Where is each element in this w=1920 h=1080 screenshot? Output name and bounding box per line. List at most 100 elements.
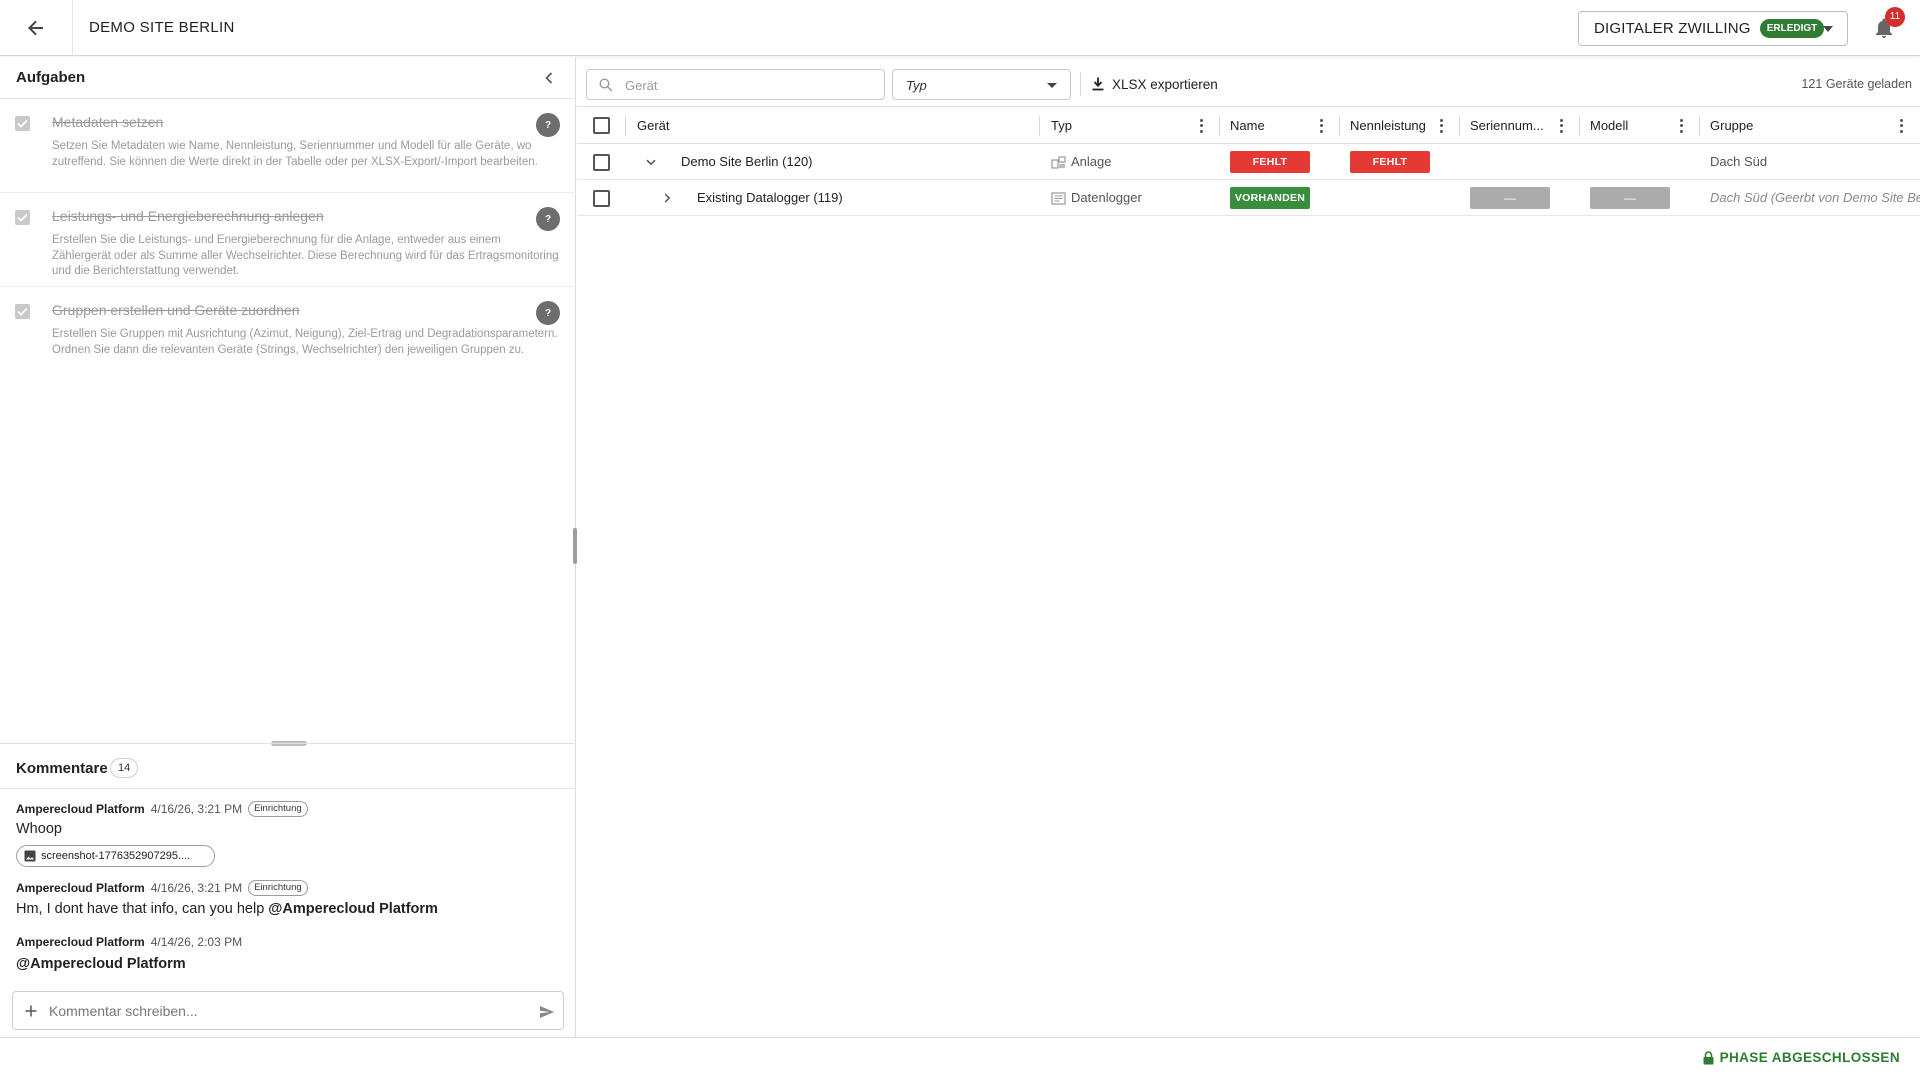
- row-checkbox[interactable]: [593, 190, 610, 207]
- loaded-count: 121 Geräte geladen: [1801, 77, 1912, 91]
- back-button[interactable]: [16, 8, 56, 48]
- collapse-row-button[interactable]: [643, 154, 659, 170]
- toolbar-divider: [1080, 72, 1081, 96]
- tasks-header: Aufgaben: [0, 57, 576, 99]
- table-row[interactable]: Existing Datalogger (119) Datenlogger VO…: [577, 180, 1920, 216]
- comment-meta: Amperecloud Platform 4/16/26, 3:21 PM Ei…: [16, 880, 308, 896]
- serial-empty-chip[interactable]: —: [1470, 187, 1550, 209]
- task-checkbox[interactable]: [15, 304, 30, 319]
- device-name: Demo Site Berlin (120): [681, 154, 813, 169]
- column-header-rated-power[interactable]: Nennleistung: [1350, 107, 1426, 144]
- device-group: Dach Süd: [1710, 154, 1768, 169]
- device-group-inherited: Dach Süd (Geerbt von Demo Site Berlin): [1710, 190, 1920, 205]
- table-row[interactable]: Demo Site Berlin (120) Anlage FEHLT FEHL…: [577, 144, 1920, 180]
- datalogger-icon: [1051, 192, 1066, 205]
- panel-splitter[interactable]: [573, 528, 577, 564]
- comment-time: 4/16/26, 3:21 PM: [150, 802, 243, 816]
- comment-time: 4/16/26, 3:21 PM: [150, 881, 243, 895]
- comment-time: 4/14/26, 2:03 PM: [150, 935, 243, 949]
- arrow-back-icon: [28, 20, 43, 36]
- comment-mention[interactable]: @Amperecloud Platform: [16, 956, 186, 972]
- device-type: Datenlogger: [1071, 190, 1142, 205]
- comments-header: Kommentare 14: [0, 743, 576, 789]
- caret-down-icon: [1823, 26, 1833, 32]
- column-header-device[interactable]: Gerät: [637, 107, 670, 144]
- header-divider: [72, 0, 73, 56]
- task-title: Leistungs- und Energieberechnung anlegen: [52, 208, 324, 224]
- phase-status-badge: ERLEDIGT: [1759, 19, 1825, 38]
- column-divider: [1339, 116, 1340, 136]
- column-header-group[interactable]: Gruppe: [1710, 107, 1753, 144]
- column-header-name[interactable]: Name: [1230, 107, 1265, 144]
- comment-text: @Amperecloud Platform: [16, 956, 186, 972]
- comment-author: Amperecloud Platform: [16, 881, 145, 895]
- column-header-serial[interactable]: Seriennum...: [1470, 107, 1544, 144]
- phase-closed-label: PHASE ABGESCHLOSSEN: [1719, 1050, 1900, 1065]
- task-description: Erstellen Sie die Leistungs- und Energie…: [52, 234, 559, 277]
- plant-icon: [1051, 156, 1066, 169]
- phase-closed-button[interactable]: PHASE ABGESCHLOSSEN: [1703, 1050, 1900, 1065]
- send-icon: [540, 1006, 554, 1018]
- attachment-name: screenshot-1776352907295....: [41, 850, 191, 862]
- help-icon[interactable]: ?: [536, 113, 560, 137]
- chevron-right-icon: [664, 193, 670, 203]
- attachment-chip[interactable]: screenshot-1776352907295....: [16, 845, 215, 867]
- chevron-down-icon: [646, 159, 656, 165]
- help-icon[interactable]: ?: [536, 301, 560, 325]
- footer-bar: PHASE ABGESCHLOSSEN: [0, 1037, 1920, 1080]
- comments-title: Kommentare: [16, 760, 108, 777]
- comment-mention[interactable]: @Amperecloud Platform: [268, 901, 438, 917]
- send-button[interactable]: [537, 1002, 557, 1022]
- help-icon[interactable]: ?: [536, 207, 560, 231]
- power-status-chip[interactable]: FEHLT: [1350, 151, 1430, 173]
- task-title: Metadaten setzen: [52, 114, 164, 130]
- task-checkbox[interactable]: [15, 210, 30, 225]
- column-menu-icon[interactable]: [1197, 118, 1205, 134]
- select-all-checkbox[interactable]: [593, 117, 610, 134]
- name-status-chip[interactable]: FEHLT: [1230, 151, 1310, 173]
- comment-author: Amperecloud Platform: [16, 802, 145, 816]
- column-menu-icon[interactable]: [1437, 118, 1445, 134]
- task-checkbox[interactable]: [15, 116, 30, 131]
- column-menu-icon[interactable]: [1557, 118, 1565, 134]
- left-panel: Aufgaben Metadaten setzen Setzen Sie Met…: [0, 57, 576, 1037]
- column-header-model[interactable]: Modell: [1590, 107, 1628, 144]
- type-filter-label: Typ: [906, 78, 927, 93]
- tasks-title: Aufgaben: [16, 69, 86, 86]
- task-item: Leistungs- und Energieberechnung anlegen…: [0, 193, 576, 287]
- comment-composer: [12, 991, 564, 1030]
- task-item: Gruppen erstellen und Geräte zuordnen Er…: [0, 287, 576, 381]
- column-menu-icon[interactable]: [1897, 118, 1905, 134]
- row-checkbox[interactable]: [593, 154, 610, 171]
- plus-icon: [25, 1005, 37, 1017]
- expand-row-button[interactable]: [659, 190, 675, 206]
- phase-select-label: DIGITALER ZWILLING: [1594, 20, 1751, 37]
- column-divider: [625, 116, 626, 136]
- task-description: Setzen Sie Metadaten wie Name, Nennleist…: [52, 140, 538, 168]
- chevron-left-icon: [545, 72, 553, 84]
- comment-meta: Amperecloud Platform 4/14/26, 2:03 PM: [16, 935, 242, 949]
- search-field: [586, 69, 885, 100]
- device-name: Existing Datalogger (119): [697, 190, 843, 205]
- device-type: Anlage: [1071, 154, 1112, 169]
- add-attachment-button[interactable]: [21, 1001, 41, 1021]
- model-empty-chip[interactable]: —: [1590, 187, 1670, 209]
- grid-header: Gerät Typ Name Nennleistung Seriennum...…: [577, 106, 1920, 144]
- column-menu-icon[interactable]: [1677, 118, 1685, 134]
- export-xlsx-button[interactable]: XLSX exportieren: [1092, 72, 1218, 96]
- type-filter-select[interactable]: Typ: [892, 69, 1071, 100]
- phase-select[interactable]: DIGITALER ZWILLING ERLEDIGT: [1578, 11, 1848, 46]
- column-header-type[interactable]: Typ: [1051, 107, 1072, 144]
- comment-body: Hm, I dont have that info, can you help: [16, 901, 269, 917]
- image-icon: [24, 850, 36, 862]
- comment-input[interactable]: [49, 1000, 509, 1022]
- search-icon: [599, 78, 613, 92]
- collapse-panel-button[interactable]: [538, 67, 560, 89]
- page-title: DEMO SITE BERLIN: [89, 19, 235, 36]
- name-status-chip[interactable]: VORHANDEN: [1230, 187, 1310, 209]
- comment-tag: Einrichtung: [248, 880, 308, 896]
- column-menu-icon[interactable]: [1317, 118, 1325, 134]
- comment-meta: Amperecloud Platform 4/16/26, 3:21 PM Ei…: [16, 801, 308, 817]
- task-item: Metadaten setzen Setzen Sie Metadaten wi…: [0, 99, 576, 193]
- search-input[interactable]: [625, 76, 875, 94]
